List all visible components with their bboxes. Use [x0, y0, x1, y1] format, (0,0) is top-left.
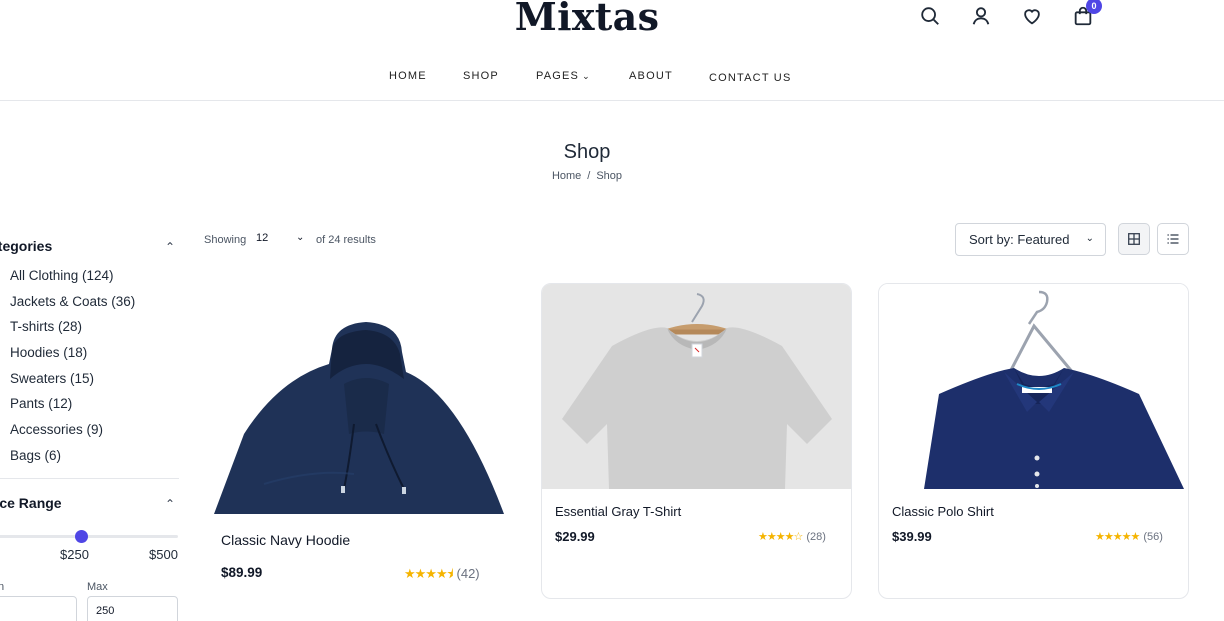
product-name[interactable]: Essential Gray T-Shirt	[555, 504, 681, 519]
product-rating: ★★★★☆ (28)	[758, 530, 826, 543]
category-sweaters[interactable]: Sweaters (15)	[10, 371, 135, 397]
heart-icon[interactable]	[1021, 5, 1043, 27]
nav-item-pages-label: PAGES	[536, 70, 580, 82]
breadcrumb: Home / Shop	[0, 170, 1174, 182]
min-price-input[interactable]	[0, 596, 77, 621]
product-rating: ★★★★★ (56)	[1095, 530, 1163, 543]
category-jackets-coats[interactable]: Jackets & Coats (36)	[10, 294, 135, 320]
grid-view-icon	[1128, 233, 1140, 245]
price-range-track[interactable]	[0, 535, 178, 538]
cart-icon[interactable]: 0	[1072, 0, 1102, 27]
product-card[interactable]: Essential Gray T-Shirt $29.99 ★★★★☆ (28)	[541, 283, 852, 599]
chevron-up-icon[interactable]: ⌃	[165, 240, 175, 254]
chevron-down-icon[interactable]: ⌄	[296, 232, 304, 243]
page-title: Shop	[563, 141, 611, 163]
showing-label: Showing	[204, 234, 247, 246]
product-price: $39.99	[892, 529, 932, 544]
product-name[interactable]: Classic Navy Hoodie	[221, 532, 350, 548]
nav-item-pages[interactable]: PAGES ⌄	[536, 70, 591, 82]
price-range-heading[interactable]: rice Range	[0, 495, 62, 511]
rating-stars: ★★★★⯨	[404, 566, 454, 581]
category-t-shirts[interactable]: T-shirts (28)	[10, 319, 135, 345]
breadcrumb-separator: /	[587, 170, 591, 182]
sort-select-value: Sort by: Featured	[969, 232, 1070, 247]
category-hoodies[interactable]: Hoodies (18)	[10, 345, 135, 371]
nav-item-about[interactable]: ABOUT	[629, 70, 673, 82]
results-count: of 24 results	[316, 234, 376, 246]
list-view-button[interactable]	[1157, 223, 1189, 255]
category-all-clothing[interactable]: All Clothing (124)	[10, 268, 135, 294]
rating-stars: ★★★★☆	[758, 531, 803, 543]
chevron-down-icon: ⌄	[1085, 233, 1094, 244]
brand-logo[interactable]: Mixtas	[0, 0, 1174, 39]
price-range-current: $250	[60, 547, 89, 562]
product-image-tshirt[interactable]	[542, 284, 852, 489]
review-count: (28)	[806, 531, 826, 543]
sidebar-divider	[0, 478, 179, 479]
product-image-polo[interactable]	[879, 284, 1189, 489]
nav-item-home[interactable]: HOME	[389, 70, 427, 82]
review-count: (56)	[1143, 531, 1163, 543]
product-price: $29.99	[555, 529, 595, 544]
product-card[interactable]: Classic Polo Shirt $39.99 ★★★★★ (56)	[878, 283, 1189, 599]
product-image-hoodie[interactable]	[204, 284, 515, 514]
product-name[interactable]: Classic Polo Shirt	[892, 504, 994, 519]
category-bags[interactable]: Bags (6)	[10, 448, 135, 474]
nav-item-shop[interactable]: SHOP	[463, 70, 499, 82]
sort-select[interactable]: Sort by: Featured ⌄	[955, 223, 1106, 256]
price-range-thumb[interactable]	[75, 530, 88, 543]
main-nav: HOME SHOP PAGES ⌄ ABOUT CONTACT US	[0, 68, 1224, 88]
breadcrumb-home[interactable]: Home	[552, 170, 581, 182]
user-icon[interactable]	[970, 5, 992, 27]
nav-item-contact[interactable]: CONTACT US	[709, 72, 792, 84]
grid-view-button[interactable]	[1118, 223, 1150, 255]
product-price: $89.99	[221, 565, 263, 580]
list-view-icon	[1167, 234, 1179, 244]
breadcrumb-current: Shop	[596, 170, 623, 182]
chevron-down-icon: ⌄	[582, 71, 591, 81]
product-card[interactable]: Classic Navy Hoodie $89.99 ★★★★⯨ (42)	[203, 283, 515, 598]
price-range-max: $500	[149, 547, 178, 562]
category-list: All Clothing (124) Jackets & Coats (36) …	[10, 268, 135, 474]
max-price-input[interactable]: 250	[87, 596, 178, 621]
chevron-up-icon[interactable]: ⌃	[165, 497, 175, 511]
category-pants[interactable]: Pants (12)	[10, 396, 135, 422]
rating-stars: ★★★★★	[1095, 531, 1140, 543]
review-count: (42)	[456, 566, 480, 581]
header-divider	[0, 100, 1224, 101]
search-icon[interactable]	[919, 5, 941, 27]
categories-heading[interactable]: ategories	[0, 238, 52, 254]
product-rating: ★★★★⯨ (42)	[404, 565, 480, 587]
category-accessories[interactable]: Accessories (9)	[10, 422, 135, 448]
min-price-label: n	[0, 581, 5, 593]
per-page-select[interactable]: 12	[256, 232, 268, 244]
max-price-label: Max	[87, 581, 108, 593]
